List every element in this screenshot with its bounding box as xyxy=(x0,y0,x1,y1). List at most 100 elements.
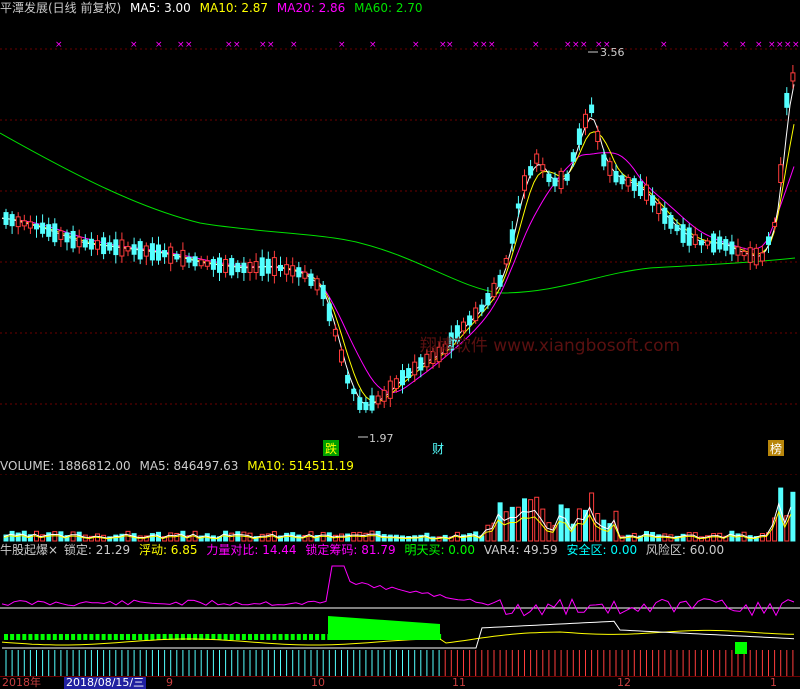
candle-body xyxy=(576,128,582,145)
candle-body xyxy=(564,173,570,181)
candle-body xyxy=(131,244,137,255)
indicator-bar xyxy=(144,634,149,640)
volume-ma5-line xyxy=(3,502,792,539)
candle-body xyxy=(168,246,174,264)
candle-body xyxy=(589,104,595,114)
candle-body xyxy=(271,257,277,276)
candle-body xyxy=(290,265,296,277)
candle-body xyxy=(766,236,771,245)
candle-body xyxy=(363,401,369,411)
candle-body xyxy=(473,307,479,322)
price-chart[interactable]: × × × × × × × × × × × × × × × × × × × × × × × × × × × × × × × × 3.56 1.… xyxy=(0,18,800,460)
candle-body xyxy=(210,259,216,270)
candle-body xyxy=(558,170,564,190)
signal-x-marker: × xyxy=(768,40,776,50)
volume-chart[interactable] xyxy=(0,474,800,542)
signal-x-marker: × xyxy=(784,40,792,50)
candle-body xyxy=(424,353,430,368)
axis-month-9: 9 xyxy=(166,676,173,689)
ma10-line-path xyxy=(1,124,795,403)
candle-body xyxy=(107,242,113,251)
watermark: 翔博软件 www.xiangbosoft.com xyxy=(420,336,680,356)
indicator-safe: 安全区: 0.00 xyxy=(566,543,638,557)
indicator-bar xyxy=(260,634,265,640)
indicator-bar xyxy=(28,634,33,640)
signal-x-marker: × xyxy=(155,40,163,50)
candle-body xyxy=(631,178,637,191)
candle-body xyxy=(674,224,680,232)
volume-bar xyxy=(589,492,595,542)
indicator-bar xyxy=(77,634,82,640)
candle-body xyxy=(686,227,692,246)
candle-body xyxy=(156,244,161,261)
stock-title: 平潭发展(日线 前复权) xyxy=(0,1,122,15)
axis-month-11: 11 xyxy=(452,676,466,689)
signal-x-marker: × xyxy=(564,40,572,50)
candle-body xyxy=(180,249,186,267)
candle-body xyxy=(52,223,58,243)
candle-body xyxy=(546,173,552,183)
signal-x-marker: × xyxy=(572,40,580,50)
indicator-chip: 锁定筹码: 81.79 xyxy=(305,543,396,557)
signal-x-marker: × xyxy=(792,40,800,50)
indicator-name[interactable]: 牛股起爆× xyxy=(0,543,58,557)
indicator-header: 牛股起爆× 锁定: 21.29 浮动: 6.85 力量对比: 14.44 锁定筹… xyxy=(0,542,729,558)
candle-body xyxy=(522,175,527,191)
indicator-bar xyxy=(235,634,240,640)
indicator-chart[interactable] xyxy=(0,558,800,676)
candle-body xyxy=(174,253,180,260)
indicator-bar xyxy=(254,634,259,640)
axis-cursor-date[interactable]: 2018/08/15/三 xyxy=(64,677,147,689)
event-marker-2-label[interactable]: 财 xyxy=(432,442,444,456)
candle-body xyxy=(351,388,357,395)
volume-header: VOLUME: 1886812.00 MA5: 846497.63 MA10: … xyxy=(0,458,359,474)
indicator-bar xyxy=(16,634,21,640)
indicator-bar xyxy=(315,634,320,640)
signal-x-marker: × xyxy=(755,40,763,50)
candle-body xyxy=(607,161,613,176)
candle-body xyxy=(479,304,485,312)
indicator-bar xyxy=(65,634,69,640)
signal-x-marker: × xyxy=(177,40,185,50)
signal-x-marker: × xyxy=(130,40,138,50)
candle-body xyxy=(412,361,418,376)
candle-body xyxy=(485,292,491,306)
low-annotation: 1.97 xyxy=(358,432,394,445)
volume-ma5: MA5: 846497.63 xyxy=(139,459,239,473)
candle-body xyxy=(656,203,662,214)
indicator-bar xyxy=(223,634,228,640)
volume-bar xyxy=(515,506,521,542)
candle-body xyxy=(625,176,631,187)
indicator-bar xyxy=(278,634,283,640)
candle-body xyxy=(101,237,107,255)
indicator-bar xyxy=(229,634,234,640)
candle-body xyxy=(668,214,674,229)
indicator-bar xyxy=(132,634,137,640)
indicator-bar xyxy=(138,634,143,640)
candle-body xyxy=(509,229,515,244)
candle-body xyxy=(515,203,521,209)
time-axis: 2018年 2018/08/15/三 9 10 11 12 1 xyxy=(0,676,800,689)
candle-body xyxy=(613,170,619,183)
signal-x-marker: × xyxy=(412,40,420,50)
indicator-bar xyxy=(58,634,63,640)
candle-body xyxy=(34,223,39,230)
signal-x-marker: × xyxy=(580,40,588,50)
indicator-bar xyxy=(52,634,57,640)
indicator-bar xyxy=(107,634,112,640)
candle-body xyxy=(235,262,241,273)
ma60-value: MA60: 2.70 xyxy=(354,1,423,15)
signal-x-marker: × xyxy=(488,40,496,50)
candle-body xyxy=(241,262,247,274)
indicator-bar xyxy=(46,634,51,640)
candle-body xyxy=(711,233,717,253)
candle-body xyxy=(467,315,473,326)
indicator-power: 力量对比: 14.44 xyxy=(206,543,297,557)
candle-body xyxy=(3,212,9,225)
indicator-var4: VAR4: 49.59 xyxy=(483,543,558,557)
indicator-bar xyxy=(266,634,271,640)
indicator-bar xyxy=(119,634,124,640)
candle-body xyxy=(595,130,601,143)
candle-body xyxy=(162,250,168,258)
signal-x-marker: × xyxy=(338,40,346,50)
